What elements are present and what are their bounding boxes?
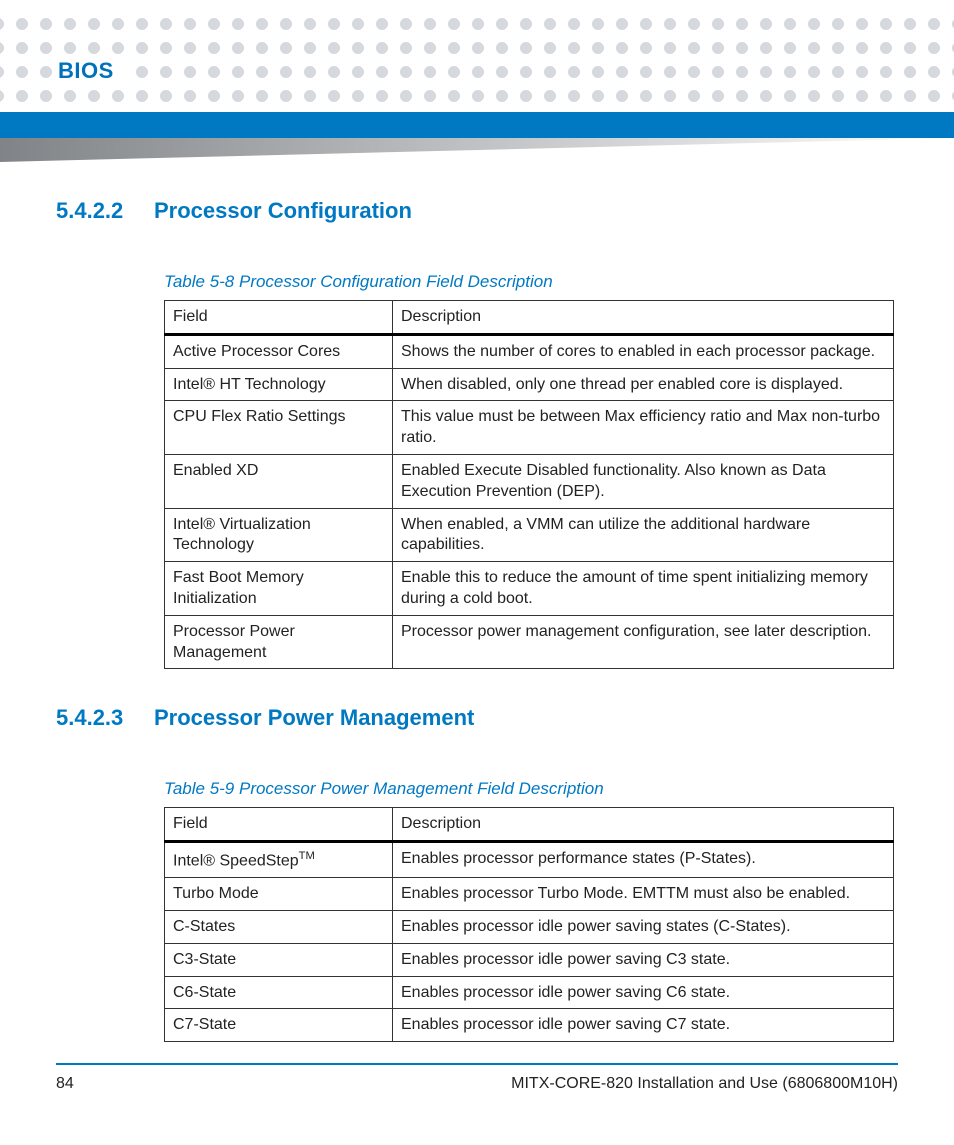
table-header-row: Field Description [165, 808, 894, 842]
cell-description: Enabled Execute Disabled functionality. … [393, 454, 894, 508]
header-shadow-wedge [0, 138, 954, 162]
cell-field: Turbo Mode [165, 878, 393, 911]
table-row: Processor Power ManagementProcessor powe… [165, 615, 894, 669]
section-title: Processor Power Management [154, 705, 474, 731]
table-row: C-StatesEnables processor idle power sav… [165, 911, 894, 944]
header-blue-bar [0, 112, 954, 138]
table-row: Turbo ModeEnables processor Turbo Mode. … [165, 878, 894, 911]
table-row: CPU Flex Ratio SettingsThis value must b… [165, 401, 894, 455]
table-caption-5-9: Table 5-9 Processor Power Management Fie… [164, 779, 898, 799]
cell-description: Enables processor idle power saving C7 s… [393, 1009, 894, 1042]
cell-description: Enables processor Turbo Mode. EMTTM must… [393, 878, 894, 911]
col-header-description: Description [393, 808, 894, 842]
section-title: Processor Configuration [154, 198, 412, 224]
table-row: Intel® SpeedStepTMEnables processor perf… [165, 842, 894, 878]
cell-description: Enable this to reduce the amount of time… [393, 562, 894, 616]
page-header: BIOS [0, 0, 954, 160]
cell-description: When disabled, only one thread per enabl… [393, 368, 894, 401]
cell-description: Enables processor idle power saving C3 s… [393, 943, 894, 976]
cell-description: Enables processor performance states (P-… [393, 842, 894, 878]
cell-field: Active Processor Cores [165, 334, 393, 368]
cell-description: When enabled, a VMM can utilize the addi… [393, 508, 894, 562]
cell-field: Intel® SpeedStepTM [165, 842, 393, 878]
section-heading-5-4-2-3: 5.4.2.3 Processor Power Management [56, 705, 898, 731]
cell-field: C-States [165, 911, 393, 944]
section-number: 5.4.2.2 [56, 198, 130, 224]
cell-field: Processor Power Management [165, 615, 393, 669]
cell-field: Intel® Virtualization Technology [165, 508, 393, 562]
table-row: Enabled XDEnabled Execute Disabled funct… [165, 454, 894, 508]
cell-field: Enabled XD [165, 454, 393, 508]
table-row: C6-StateEnables processor idle power sav… [165, 976, 894, 1009]
table-5-8: Field Description Active Processor Cores… [164, 300, 894, 669]
table-row: Fast Boot Memory InitializationEnable th… [165, 562, 894, 616]
header-dot-pattern [0, 8, 954, 108]
cell-description: Processor power management configuration… [393, 615, 894, 669]
cell-field: C3-State [165, 943, 393, 976]
cell-field: C6-State [165, 976, 393, 1009]
page-footer: 84 MITX-CORE-820 Installation and Use (6… [56, 1063, 898, 1093]
table-row: Active Processor CoresShows the number o… [165, 334, 894, 368]
footer-rule [56, 1063, 898, 1065]
table-row: C3-StateEnables processor idle power sav… [165, 943, 894, 976]
col-header-field: Field [165, 301, 393, 335]
cell-description: Enables processor idle power saving stat… [393, 911, 894, 944]
section-heading-5-4-2-2: 5.4.2.2 Processor Configuration [56, 198, 898, 224]
page-content: 5.4.2.2 Processor Configuration Table 5-… [0, 160, 954, 1042]
cell-field: CPU Flex Ratio Settings [165, 401, 393, 455]
table-caption-5-8: Table 5-8 Processor Configuration Field … [164, 272, 898, 292]
cell-description: This value must be between Max efficienc… [393, 401, 894, 455]
col-header-field: Field [165, 808, 393, 842]
table-header-row: Field Description [165, 301, 894, 335]
col-header-description: Description [393, 301, 894, 335]
cell-description: Shows the number of cores to enabled in … [393, 334, 894, 368]
section-number: 5.4.2.3 [56, 705, 130, 731]
cell-field: C7-State [165, 1009, 393, 1042]
table-5-8-body: Active Processor CoresShows the number o… [165, 334, 894, 669]
cell-description: Enables processor idle power saving C6 s… [393, 976, 894, 1009]
cell-field: Intel® HT Technology [165, 368, 393, 401]
chapter-label: BIOS [58, 58, 134, 84]
table-row: Intel® HT TechnologyWhen disabled, only … [165, 368, 894, 401]
table-row: C7-StateEnables processor idle power sav… [165, 1009, 894, 1042]
cell-field: Fast Boot Memory Initialization [165, 562, 393, 616]
table-5-9-body: Intel® SpeedStepTMEnables processor perf… [165, 842, 894, 1042]
document-title: MITX-CORE-820 Installation and Use (6806… [511, 1075, 898, 1093]
table-row: Intel® Virtualization TechnologyWhen ena… [165, 508, 894, 562]
table-5-9: Field Description Intel® SpeedStepTMEnab… [164, 807, 894, 1042]
page-number: 84 [56, 1075, 74, 1093]
